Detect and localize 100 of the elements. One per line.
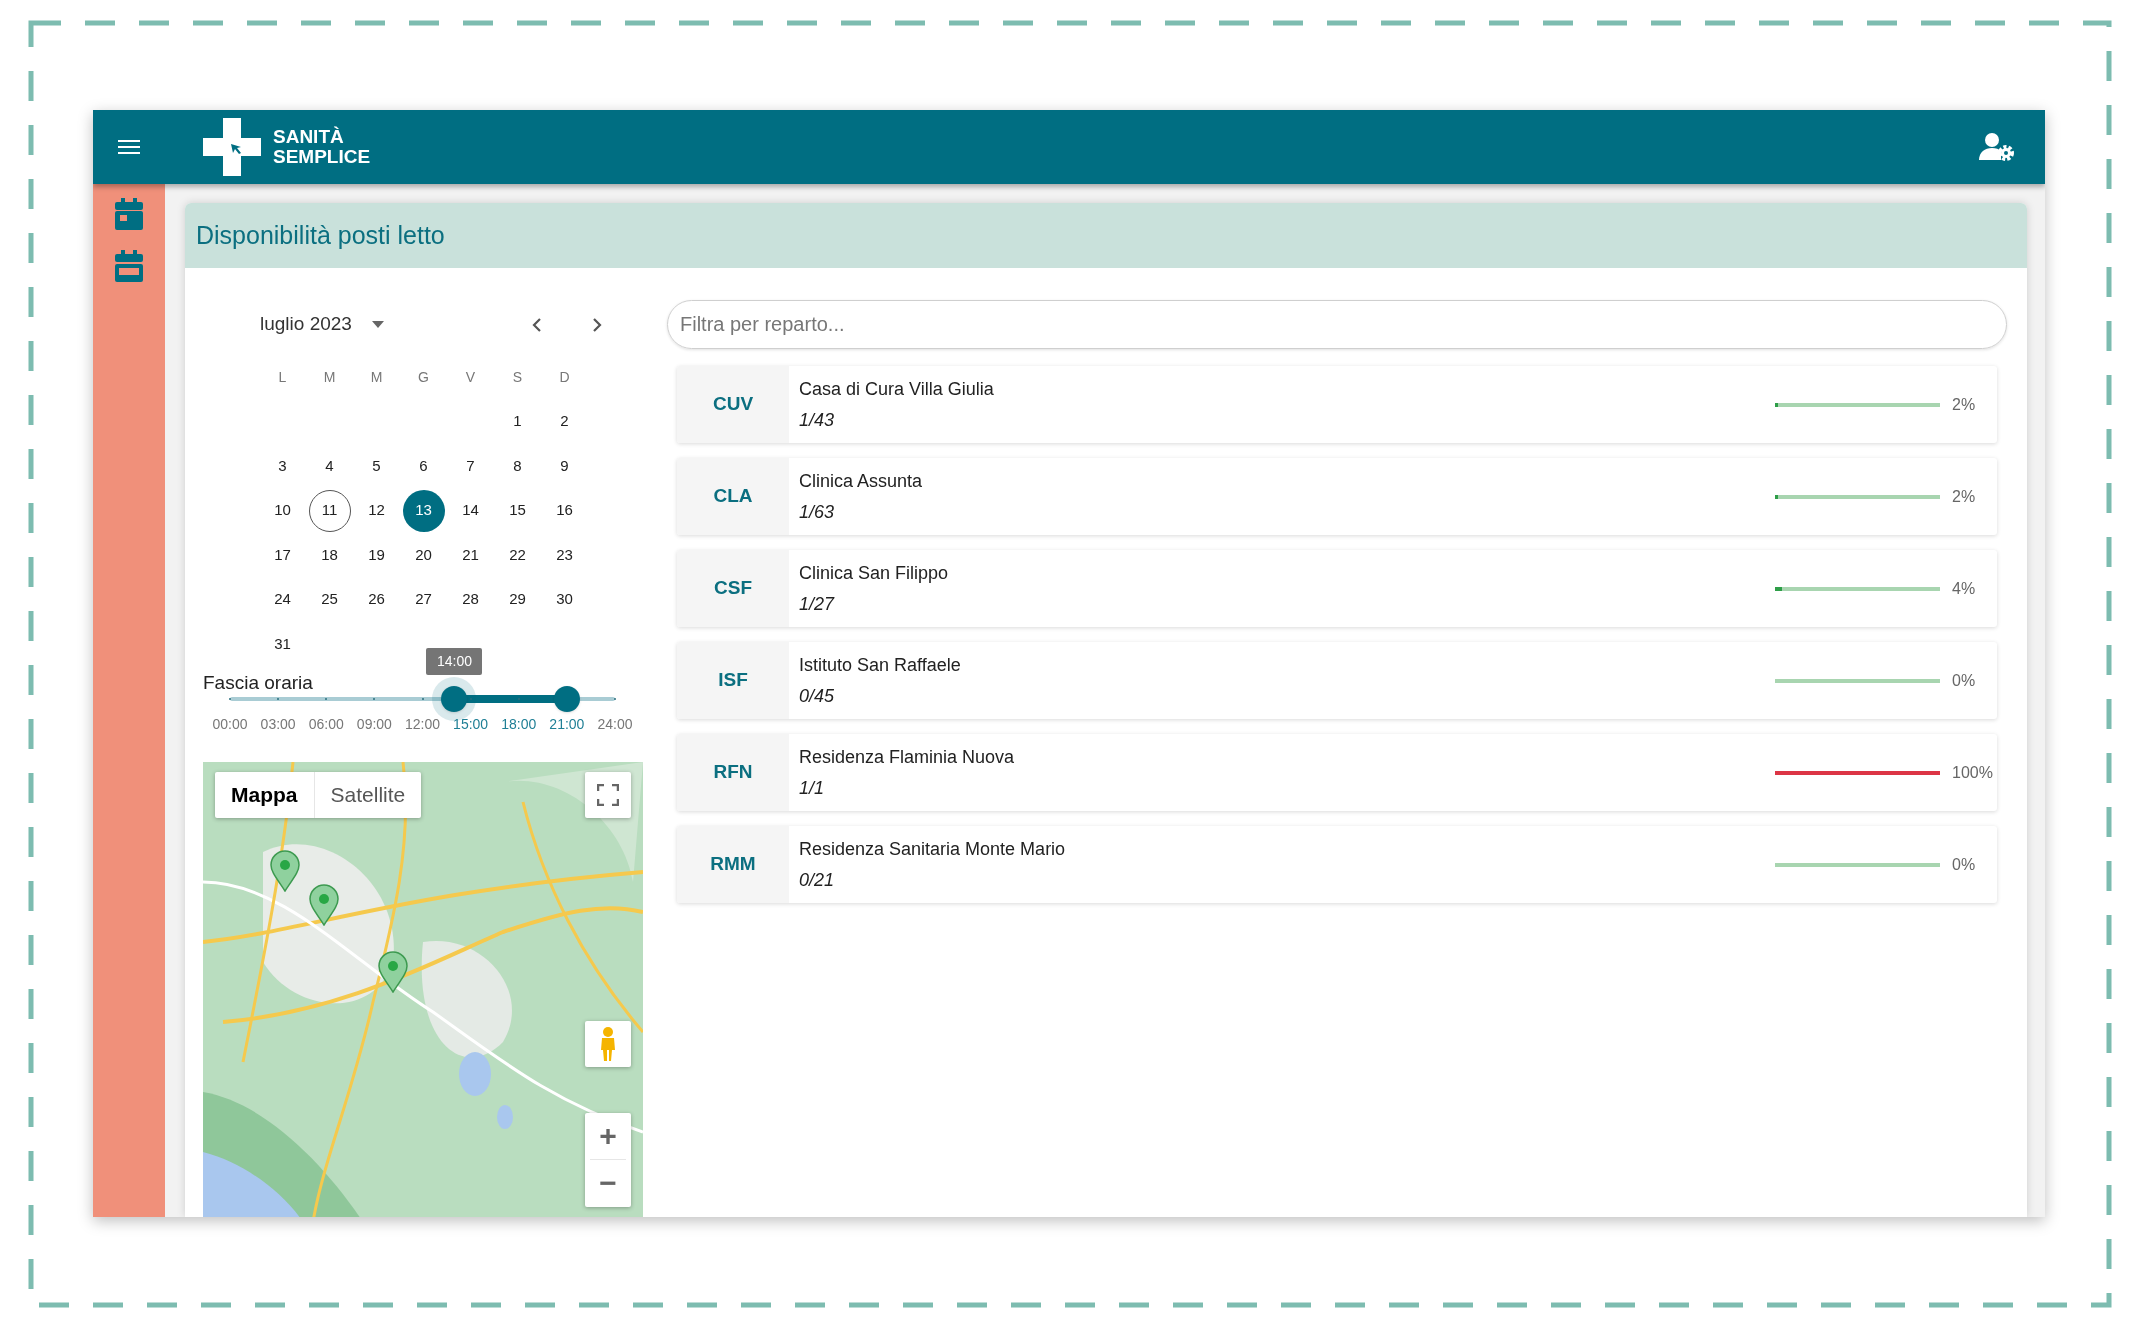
tick-label: 24:00 bbox=[596, 715, 634, 735]
facility-name: Residenza Sanitaria Monte Mario bbox=[799, 837, 1067, 861]
calendar-day[interactable]: 18 bbox=[308, 534, 351, 577]
tick-label: 15:00 bbox=[452, 715, 490, 735]
calendar-day[interactable]: 15 bbox=[496, 489, 539, 532]
tick-label: 06:00 bbox=[307, 715, 345, 735]
facility-code: CSF bbox=[714, 576, 752, 601]
occupancy-percent: 2% bbox=[1952, 394, 1976, 415]
facility-card[interactable]: CSF Clinica San Filippo 1/27 4% bbox=[677, 550, 1997, 627]
facility-name: Clinica Assunta bbox=[799, 469, 924, 493]
facility-name: Clinica San Filippo bbox=[799, 561, 950, 585]
fullscreen-button[interactable] bbox=[585, 771, 631, 818]
calendar-day[interactable]: 7 bbox=[449, 445, 492, 488]
calendar-day[interactable]: 28 bbox=[449, 578, 492, 621]
facility-code: CLA bbox=[713, 484, 753, 509]
chevron-left-icon bbox=[532, 316, 542, 333]
weekday-label: V bbox=[464, 367, 477, 387]
facility-code: RFN bbox=[713, 760, 753, 785]
fullscreen-icon bbox=[597, 783, 619, 806]
calendar-day[interactable]: 4 bbox=[308, 445, 351, 488]
weekday-label: S bbox=[511, 367, 524, 387]
dropdown-caret-icon bbox=[371, 321, 384, 329]
bed-occupancy: 1/27 bbox=[799, 592, 836, 616]
calendar-day[interactable]: 21 bbox=[449, 534, 492, 577]
facility-card[interactable]: CUV Casa di Cura Villa Giulia 1/43 2% bbox=[677, 366, 1997, 443]
weekday-label: D bbox=[558, 367, 571, 387]
calendar-day[interactable]: 22 bbox=[496, 534, 539, 577]
calendar-day[interactable]: 1 bbox=[496, 400, 539, 443]
slider-tooltip: 14:00 bbox=[426, 648, 483, 676]
calendar-day[interactable]: 24 bbox=[261, 578, 304, 621]
facility-card[interactable]: ISF Istituto San Raffaele 0/45 0% bbox=[677, 642, 1997, 719]
calendar-day[interactable]: 26 bbox=[355, 578, 398, 621]
calendar-day[interactable]: 27 bbox=[402, 578, 445, 621]
tick-label: 21:00 bbox=[548, 715, 586, 735]
occupancy-percent: 4% bbox=[1952, 578, 1976, 599]
weekday-label: G bbox=[417, 367, 430, 387]
zoom-out-button[interactable]: − bbox=[585, 1159, 631, 1206]
calendar-day[interactable]: 3 bbox=[261, 445, 304, 488]
map-type-tab[interactable]: Mappa bbox=[215, 771, 314, 818]
calendar-day[interactable]: 20 bbox=[402, 534, 445, 577]
facility-code: CUV bbox=[712, 392, 754, 417]
month-selector[interactable]: luglio 2023 bbox=[260, 310, 384, 339]
occupancy-percent: 2% bbox=[1952, 486, 1976, 507]
weekday-label: L bbox=[277, 367, 288, 387]
calendar-day[interactable]: 5 bbox=[355, 445, 398, 488]
bed-occupancy: 1/63 bbox=[799, 500, 836, 524]
calendar-day[interactable]: 25 bbox=[308, 578, 351, 621]
occupancy-percent: 100% bbox=[1952, 762, 1993, 783]
calendar-day[interactable]: 6 bbox=[402, 445, 445, 488]
map-marker-icon bbox=[378, 950, 408, 993]
bed-occupancy: 1/1 bbox=[799, 776, 826, 800]
calendar-day[interactable]: 19 bbox=[355, 534, 398, 577]
map-marker-icon bbox=[270, 849, 300, 892]
tick-label: 03:00 bbox=[259, 715, 297, 735]
facility-name: Casa di Cura Villa Giulia bbox=[799, 377, 995, 401]
facility-name: Istituto San Raffaele bbox=[799, 653, 962, 677]
calendar-day[interactable]: 30 bbox=[543, 578, 586, 621]
tick-label: 09:00 bbox=[355, 715, 393, 735]
chevron-right-icon bbox=[592, 316, 602, 333]
calendar-icon[interactable] bbox=[115, 250, 143, 282]
calendar-day[interactable]: 8 bbox=[496, 445, 539, 488]
occupancy-percent: 0% bbox=[1952, 670, 1976, 691]
calendar-day-icon[interactable] bbox=[115, 198, 143, 230]
menu-icon bbox=[118, 139, 140, 155]
filter-field[interactable]: Filtra per reparto... bbox=[667, 300, 2007, 349]
bed-occupancy: 0/21 bbox=[799, 868, 836, 892]
facility-card[interactable]: CLA Clinica Assunta 1/63 2% bbox=[677, 458, 1997, 535]
slider-thumb[interactable] bbox=[441, 686, 468, 713]
calendar-day[interactable]: 17 bbox=[261, 534, 304, 577]
calendar-day[interactable]: 31 bbox=[261, 623, 304, 666]
map-marker-icon bbox=[309, 883, 339, 926]
logo-text: SANITÀ bbox=[273, 127, 345, 147]
slider-thumb[interactable] bbox=[553, 686, 580, 713]
calendar-day[interactable]: 14 bbox=[449, 489, 492, 532]
logo-cross-icon bbox=[203, 118, 261, 176]
logo-text: SEMPLICE bbox=[273, 147, 371, 167]
calendar-day[interactable]: 13 bbox=[402, 489, 445, 532]
tick-label: 18:00 bbox=[500, 715, 538, 735]
facility-name: Residenza Flaminia Nuova bbox=[799, 745, 1016, 769]
facility-card[interactable]: RMM Residenza Sanitaria Monte Mario 0/21 0% bbox=[677, 826, 1997, 903]
zoom-in-button[interactable]: + bbox=[585, 1112, 631, 1159]
calendar-day[interactable]: 12 bbox=[355, 489, 398, 532]
tick-label: 00:00 bbox=[211, 715, 249, 735]
calendar-day[interactable]: 9 bbox=[543, 445, 586, 488]
facility-code: ISF bbox=[718, 668, 748, 693]
calendar-day[interactable]: 16 bbox=[543, 489, 586, 532]
calendar-day[interactable]: 2 bbox=[543, 400, 586, 443]
occupancy-percent: 0% bbox=[1952, 854, 1976, 875]
calendar-day[interactable]: 23 bbox=[543, 534, 586, 577]
weekday-label: M bbox=[322, 367, 337, 387]
user-settings-icon bbox=[1979, 132, 2015, 162]
time-range-label: Fascia oraria bbox=[203, 671, 313, 696]
facility-code: RMM bbox=[710, 852, 756, 877]
calendar-day[interactable]: 10 bbox=[261, 489, 304, 532]
facility-card[interactable]: RFN Residenza Flaminia Nuova 1/1 100% bbox=[677, 734, 1997, 811]
weekday-label: M bbox=[369, 367, 384, 387]
calendar-day[interactable]: 29 bbox=[496, 578, 539, 621]
bed-occupancy: 1/43 bbox=[799, 408, 836, 432]
page-title: Disponibilità posti letto bbox=[196, 219, 445, 251]
map-type-tab[interactable]: Satellite bbox=[313, 771, 422, 818]
